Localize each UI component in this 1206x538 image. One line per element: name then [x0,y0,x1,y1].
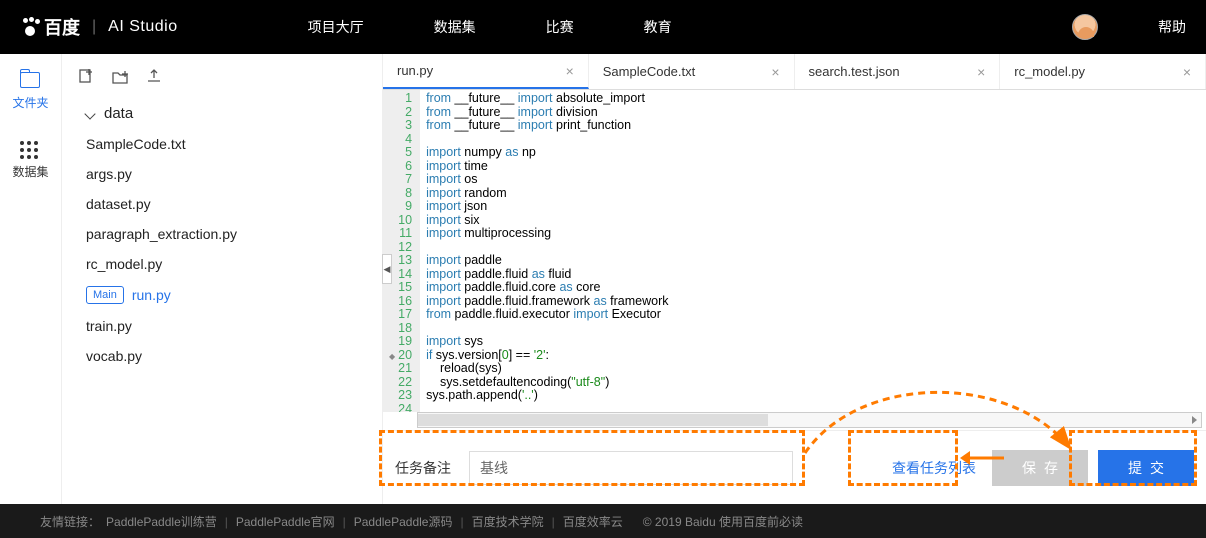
file-item[interactable]: rc_model.py [80,249,372,279]
footer-link[interactable]: PaddlePaddle源码 [354,515,453,529]
task-note-label: 任务备注 [395,458,451,478]
rail-dataset-label: 数据集 [12,163,48,180]
file-name: vocab.py [86,348,142,364]
view-task-list-link[interactable]: 查看任务列表 [886,450,982,486]
footer-link[interactable]: 百度效率云 [563,515,623,529]
nav-links: 项目大厅 数据集 比赛 教育 [308,17,1072,37]
file-name: paragraph_extraction.py [86,226,237,242]
close-icon[interactable]: × [771,64,779,80]
rail-files-label: 文件夹 [12,94,48,111]
tab-label: search.test.json [809,64,900,79]
logo[interactable]: 百度 | AI Studio [20,14,178,40]
new-folder-icon[interactable] [112,68,128,84]
avatar[interactable] [1072,14,1098,40]
task-note-input[interactable] [469,451,793,485]
file-item[interactable]: vocab.py [80,341,372,371]
upload-icon[interactable] [146,68,162,84]
editor-area: ◀ run.py × SampleCode.txt × search.test.js… [382,54,1206,504]
dataset-icon [20,141,40,157]
nav-link-competition[interactable]: 比赛 [546,17,574,37]
file-item[interactable]: SampleCode.txt [80,129,372,159]
footer-prefix: 友情链接： [40,513,100,530]
folder-name: data [104,105,133,122]
close-icon[interactable]: × [1183,64,1191,80]
top-nav: 百度 | AI Studio 项目大厅 数据集 比赛 教育 帮助 [0,0,1206,54]
collapse-handle[interactable]: ◀ [382,254,392,284]
file-name: args.py [86,166,132,182]
nav-link-datasets[interactable]: 数据集 [434,17,476,37]
tab-label: SampleCode.txt [603,64,696,79]
logo-studio-text: AI Studio [108,18,177,36]
folder-icon [20,72,40,88]
file-name: run.py [132,287,171,303]
close-icon[interactable]: × [566,63,574,79]
paw-icon [20,18,40,36]
nav-link-education[interactable]: 教育 [644,17,672,37]
nav-link-lobby[interactable]: 项目大厅 [308,17,364,37]
code-editor[interactable]: 123456789101112131415161718192021222324f… [383,90,1206,412]
file-name: SampleCode.txt [86,136,186,152]
footer-copyright: © 2019 Baidu 使用百度前必读 [643,513,803,530]
file-name: dataset.py [86,196,151,212]
tab-search-json[interactable]: search.test.json × [795,54,1001,89]
file-name: rc_model.py [86,256,162,272]
rail-files[interactable]: 文件夹 [12,72,48,111]
logo-baidu-text: 百度 [44,14,80,40]
file-name: train.py [86,318,132,334]
file-item[interactable]: dataset.py [80,189,372,219]
editor-tabs: run.py × SampleCode.txt × search.test.json… [383,54,1206,90]
footer-link[interactable]: PaddlePaddle训练营 [106,515,217,529]
file-tree-toolbar [72,68,372,98]
footer-link[interactable]: PaddlePaddle官网 [236,515,335,529]
horizontal-scrollbar[interactable] [417,412,1202,428]
close-icon[interactable]: × [977,64,985,80]
new-file-icon[interactable] [78,68,94,84]
file-tree: data SampleCode.txt args.py dataset.py para… [62,54,382,504]
action-bar: 任务备注 查看任务列表 保存 提交 [383,430,1206,504]
file-item[interactable]: Main run.py [80,279,372,311]
logo-separator: | [92,18,96,36]
main-tag: Main [86,286,124,304]
submit-button[interactable]: 提交 [1098,450,1194,486]
tab-label: rc_model.py [1014,64,1085,79]
tab-label: run.py [397,63,433,78]
file-item[interactable]: train.py [80,311,372,341]
footer-link[interactable]: 百度技术学院 [472,515,544,529]
rail-dataset[interactable]: 数据集 [12,141,48,180]
save-button[interactable]: 保存 [992,450,1088,486]
tab-rcmodel[interactable]: rc_model.py × [1000,54,1206,89]
tab-run-py[interactable]: run.py × [383,54,589,89]
file-item[interactable]: args.py [80,159,372,189]
tab-samplecode[interactable]: SampleCode.txt × [589,54,795,89]
help-link[interactable]: 帮助 [1158,17,1186,37]
file-item[interactable]: paragraph_extraction.py [80,219,372,249]
footer: 友情链接： PaddlePaddle训练营|PaddlePaddle官网|Pad… [0,504,1206,538]
chevron-down-icon [84,108,95,119]
left-rail: 文件夹 数据集 [0,54,62,504]
folder-data[interactable]: data [80,98,372,129]
